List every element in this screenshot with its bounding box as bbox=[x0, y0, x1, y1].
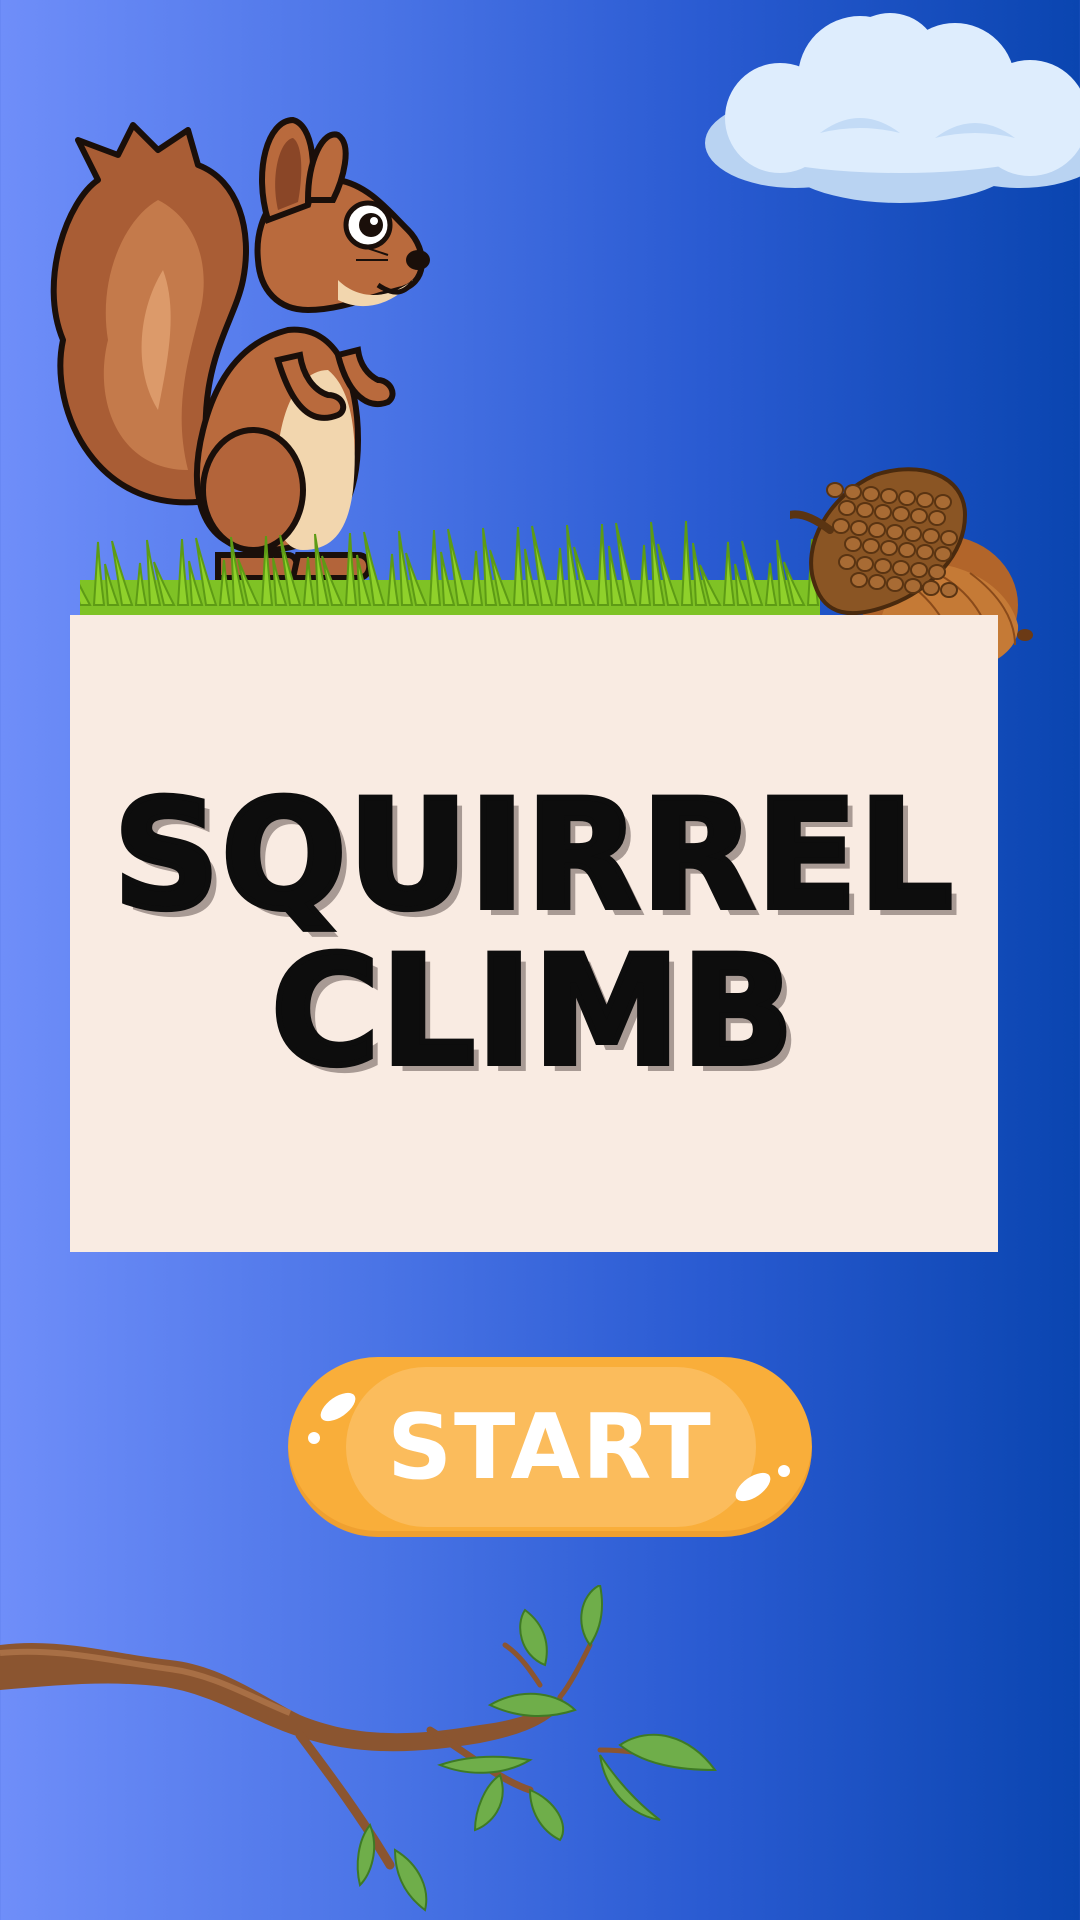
game-title-line-2: CLIMB bbox=[269, 924, 797, 1099]
game-title-line-1: SQUIRREL bbox=[111, 768, 956, 943]
start-button[interactable]: START bbox=[288, 1357, 812, 1537]
start-button-label: START bbox=[387, 1394, 713, 1500]
grass-icon bbox=[80, 520, 820, 615]
cloud-icon bbox=[705, 13, 1080, 203]
title-panel: SQUIRREL CLIMB bbox=[70, 615, 998, 1252]
branch-icon bbox=[0, 1585, 717, 1912]
